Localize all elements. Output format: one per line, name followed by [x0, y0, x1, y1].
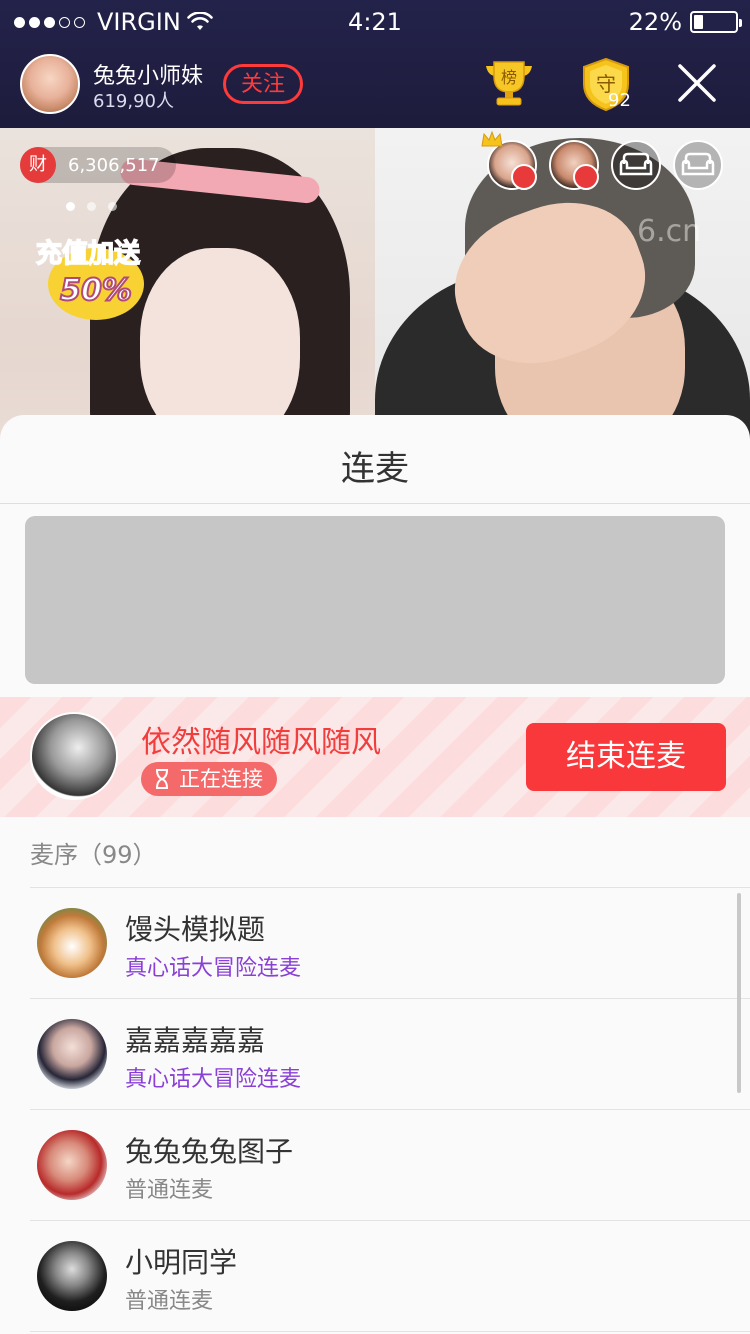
- queue-item[interactable]: 嘉嘉嘉嘉嘉 真心话大冒险连麦: [0, 999, 750, 1110]
- guard-count: 92: [608, 90, 631, 111]
- banner-placeholder[interactable]: [25, 516, 725, 684]
- sofa-icon: [681, 152, 715, 176]
- battery-icon: [690, 11, 742, 33]
- queue-user-name: 小明同学: [125, 1246, 238, 1279]
- promo-line2: 50%: [60, 273, 132, 308]
- mic-link-sheet: 连麦 依然随风随风随风 正在连接 结束连麦 麦序（99） 馒头模拟题 真心话大冒…: [0, 415, 750, 1334]
- host-name[interactable]: 兔兔小师妹: [93, 58, 203, 90]
- status-bar: VIRGIN 4:21 22%: [0, 0, 750, 40]
- queue-header: 麦序（99）: [30, 841, 157, 869]
- battery-group: 22%: [628, 8, 742, 36]
- queue-user-name: 嘉嘉嘉嘉嘉: [125, 1024, 266, 1057]
- empty-seat-1[interactable]: [611, 140, 661, 190]
- promo-line1: 充值加送: [36, 238, 140, 269]
- queue-link-mode: 普通连麦: [125, 1178, 214, 1203]
- close-icon[interactable]: [676, 62, 718, 104]
- queue-link-mode: 真心话大冒险连麦: [125, 1067, 302, 1092]
- end-mic-link-button[interactable]: 结束连麦: [526, 723, 726, 791]
- wealth-value: 6,306,517: [68, 154, 160, 176]
- host-fan-count: 619,90人: [93, 91, 174, 112]
- queue-user-name: 馒头模拟题: [125, 913, 266, 946]
- queue-user-avatar[interactable]: [37, 908, 107, 978]
- mic-queue-list: 馒头模拟题 真心话大冒险连麦 嘉嘉嘉嘉嘉 真心话大冒险连麦 兔兔兔兔图子 普通连…: [0, 888, 750, 1332]
- sheet-title: 连麦: [341, 449, 409, 489]
- queue-item[interactable]: 小明同学 普通连麦: [0, 1221, 750, 1332]
- queue-user-avatar[interactable]: [37, 1019, 107, 1089]
- live-header: VIRGIN 4:21 22% 兔兔小师妹 619,90人 关注 榜 守 92: [0, 0, 750, 128]
- wealth-badge[interactable]: 财 6,306,517: [20, 147, 176, 183]
- host-avatar[interactable]: [20, 54, 80, 114]
- hourglass-icon: [156, 769, 168, 789]
- battery-percent: 22%: [628, 8, 682, 36]
- queue-scrollbar[interactable]: [737, 893, 741, 1093]
- empty-seat-2[interactable]: [673, 140, 723, 190]
- current-connection: 依然随风随风随风 正在连接 结束连麦: [0, 697, 750, 817]
- sofa-icon: [619, 152, 653, 176]
- queue-item[interactable]: 兔兔兔兔图子 普通连麦: [0, 1110, 750, 1221]
- connecting-status-badge: 正在连接: [141, 762, 277, 796]
- divider: [0, 503, 750, 504]
- sofa-badge-icon: [573, 164, 599, 190]
- queue-link-mode: 普通连麦: [125, 1289, 214, 1314]
- current-user-name: 依然随风随风随风: [141, 725, 381, 760]
- banner-pager: [66, 202, 117, 211]
- sofa-badge-icon: [511, 164, 537, 190]
- queue-user-avatar[interactable]: [37, 1241, 107, 1311]
- connecting-status-text: 正在连接: [179, 767, 263, 791]
- crown-icon: [481, 130, 503, 147]
- follow-button[interactable]: 关注: [223, 64, 303, 104]
- wealth-icon: 财: [20, 147, 56, 183]
- queue-link-mode: 真心话大冒险连麦: [125, 956, 302, 981]
- rank-label: 榜: [501, 68, 517, 87]
- trophy-icon[interactable]: 榜: [482, 58, 536, 108]
- queue-user-avatar[interactable]: [37, 1130, 107, 1200]
- queue-user-name: 兔兔兔兔图子: [125, 1135, 294, 1168]
- queue-item[interactable]: 馒头模拟题 真心话大冒险连麦: [0, 888, 750, 999]
- video-watermark: 6.cn: [637, 214, 702, 249]
- recharge-promo-badge[interactable]: 充值加送 50%: [24, 226, 158, 324]
- current-user-avatar[interactable]: [30, 712, 118, 800]
